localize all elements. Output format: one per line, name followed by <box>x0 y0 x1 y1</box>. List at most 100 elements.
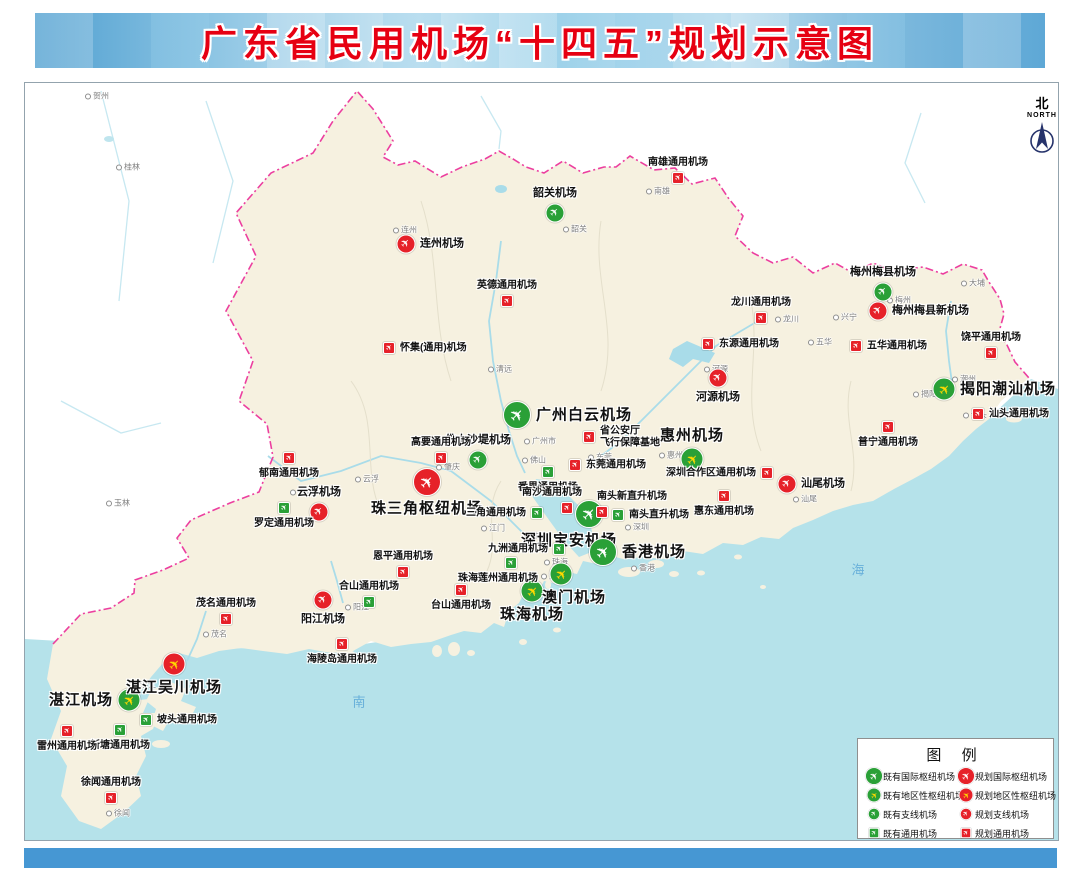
city-dot-icon <box>646 188 652 194</box>
airport-existing-feeder-icon: ✈ <box>868 808 880 820</box>
city-dot-icon <box>563 226 569 232</box>
legend-icon: ✈ <box>958 788 975 803</box>
plane-icon: ✈ <box>115 725 125 735</box>
airport-label: 河源机场 <box>696 391 740 404</box>
airport-label: 茂名通用机场 <box>196 598 256 610</box>
city-marker: 桂林 <box>116 162 140 173</box>
city-marker: 徐闻 <box>106 808 130 819</box>
airport-existing-intl-hub-icon: ✈ <box>865 767 882 784</box>
legend-item: ✈既有支线机场 <box>866 807 958 822</box>
airport-planned-ga-icon: ✈ <box>383 342 395 354</box>
airport-label: 梅州梅县新机场 <box>892 305 969 318</box>
plane-icon: ✈ <box>870 829 879 838</box>
city-label: 龙川 <box>783 314 799 325</box>
plane-icon: ✈ <box>597 507 607 517</box>
airport-label: 雷州通用机场 <box>37 741 97 753</box>
city-dot-icon <box>833 314 839 320</box>
sea-label: 海 <box>851 560 864 579</box>
plane-icon: ✈ <box>959 769 973 783</box>
airport-existing-ga-icon: ✈ <box>278 502 290 514</box>
plane-icon: ✈ <box>883 422 893 432</box>
city-dot-icon <box>631 565 637 571</box>
city-dot-icon <box>524 438 530 444</box>
title-banner: 广东省民用机场“十四五”规划示意图 <box>35 13 1045 68</box>
plane-icon: ✈ <box>364 597 374 607</box>
airport-label: 新塘通用机场 <box>90 740 150 752</box>
airport-planned-ga-icon: ✈ <box>761 467 773 479</box>
plane-icon: ✈ <box>337 639 347 649</box>
city-dot-icon <box>116 164 122 170</box>
airport-label: 三角通用机场 <box>466 507 526 519</box>
plane-icon: ✈ <box>554 544 564 554</box>
airport-label: 南沙通用机场 <box>522 487 582 499</box>
airport-label: 韶关机场 <box>533 187 577 200</box>
city-marker: 贺州 <box>85 91 109 102</box>
legend-title: 图 例 <box>866 744 1045 765</box>
city-dot-icon <box>775 316 781 322</box>
airport-planned-feeder-icon: ✈ <box>314 591 333 610</box>
plane-icon: ✈ <box>416 471 438 493</box>
airport-planned-intl-hub-icon: ✈ <box>413 468 441 496</box>
airport-planned-feeder-icon: ✈ <box>397 235 416 254</box>
plane-icon: ✈ <box>613 510 623 520</box>
airport-planned-ga-icon: ✈ <box>501 295 513 307</box>
plane-icon: ✈ <box>506 558 516 568</box>
plane-icon: ✈ <box>973 409 983 419</box>
city-marker: 云浮 <box>355 474 379 485</box>
plane-icon: ✈ <box>876 285 890 299</box>
city-dot-icon <box>290 489 296 495</box>
city-dot-icon <box>106 810 112 816</box>
airport-planned-ga-icon: ✈ <box>850 340 862 352</box>
plane-icon: ✈ <box>719 491 729 501</box>
airport-label: 东莞通用机场 <box>586 459 646 471</box>
airport-existing-feeder-icon: ✈ <box>546 204 565 223</box>
city-label: 香港 <box>639 563 655 574</box>
airport-label: 湛江吴川机场 <box>126 679 222 696</box>
airport-label: 揭阳潮汕机场 <box>960 380 1056 397</box>
plane-icon: ✈ <box>867 769 881 783</box>
city-dot-icon <box>481 525 487 531</box>
bottom-bar <box>24 848 1057 868</box>
airport-planned-ga-icon: ✈ <box>583 431 595 443</box>
airport-label: 怀集(通用)机场 <box>400 342 467 354</box>
airport-planned-ga-icon: ✈ <box>755 312 767 324</box>
city-label: 玉林 <box>114 498 130 509</box>
airport-label: 珠海莲州通用机场 <box>458 573 538 585</box>
airport-planned-ga-icon: ✈ <box>336 638 348 650</box>
city-label: 兴宁 <box>841 312 857 323</box>
city-label: 深圳 <box>633 522 649 533</box>
city-marker: 清远 <box>488 364 512 375</box>
airport-label: 海陵岛通用机场 <box>307 654 377 666</box>
airport-existing-ga-icon: ✈ <box>542 466 554 478</box>
city-label: 大埔 <box>969 278 985 289</box>
legend-icon: ✈ <box>866 769 883 784</box>
city-label: 韶关 <box>571 224 587 235</box>
plane-icon: ✈ <box>584 432 594 442</box>
airport-label: 饶平通用机场 <box>961 332 1021 344</box>
legend-icon: ✈ <box>866 788 883 803</box>
legend-icon: ✈ <box>958 769 975 784</box>
airport-existing-ga-icon: ✈ <box>114 724 126 736</box>
airport-planned-regional-hub-icon: ✈ <box>163 653 186 676</box>
city-label: 清远 <box>496 364 512 375</box>
airport-existing-ga-icon: ✈ <box>869 828 879 838</box>
plane-icon: ✈ <box>962 829 971 838</box>
plane-icon: ✈ <box>673 173 683 183</box>
city-dot-icon <box>541 573 547 579</box>
airport-label: 罗定通用机场 <box>254 518 314 530</box>
plane-icon: ✈ <box>532 508 542 518</box>
airport-planned-feeder-icon: ✈ <box>869 302 888 321</box>
airport-planned-regional-hub-icon: ✈ <box>959 788 973 802</box>
city-dot-icon <box>704 366 710 372</box>
airport-label: 普宁通用机场 <box>858 437 918 449</box>
plane-icon: ✈ <box>962 810 971 819</box>
legend-label: 既有国际枢纽机场 <box>883 770 955 783</box>
plane-icon: ✈ <box>106 793 116 803</box>
airport-existing-intl-hub-icon: ✈ <box>503 401 531 429</box>
airport-label: 东源通用机场 <box>719 338 779 350</box>
airport-label: 阳江机场 <box>301 613 345 626</box>
city-label: 桂林 <box>124 162 140 173</box>
airport-planned-ga-icon: ✈ <box>718 490 730 502</box>
airport-label: 九洲通用机场 <box>488 543 548 555</box>
airport-label: 香港机场 <box>622 543 686 560</box>
